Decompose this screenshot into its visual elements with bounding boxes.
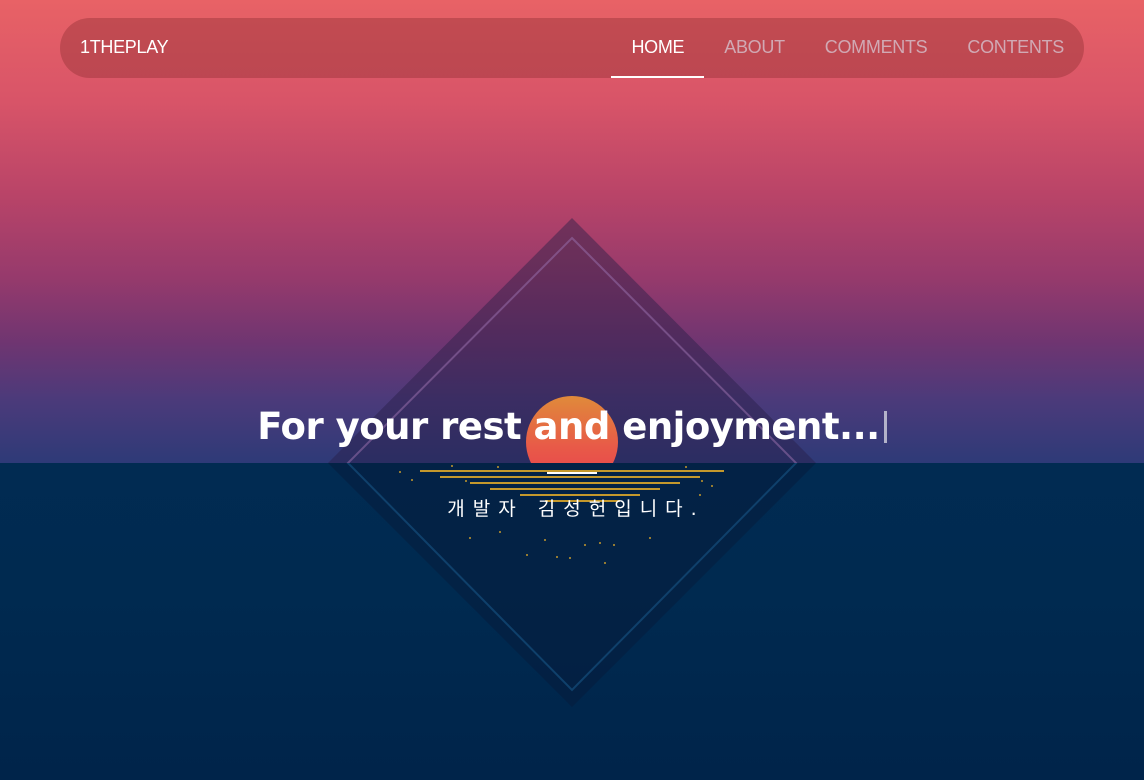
diamond-sunset-logo xyxy=(328,218,816,707)
navbar: 1THEPLAY HOME ABOUT COMMENTS CONTENTS xyxy=(60,18,1084,78)
nav-menu: HOME ABOUT COMMENTS CONTENTS xyxy=(611,18,1084,78)
nav-item-about[interactable]: ABOUT xyxy=(704,18,805,78)
hero-subtitle: 개발자 김성헌입니다. xyxy=(447,498,705,520)
nav-item-home[interactable]: HOME xyxy=(611,18,705,78)
typing-cursor xyxy=(883,411,887,443)
nav-item-comments[interactable]: COMMENTS xyxy=(805,18,948,78)
hero-divider xyxy=(547,472,597,474)
nav-item-contents[interactable]: CONTENTS xyxy=(947,18,1084,78)
hero-headline: For your rest and enjoyment... xyxy=(257,405,880,448)
landing-page: 1THEPLAY HOME ABOUT COMMENTS CONTENTS Fo… xyxy=(0,0,1144,780)
hero-headline-wrapper: For your rest and enjoyment... xyxy=(0,402,1144,452)
brand-logo[interactable]: 1THEPLAY xyxy=(80,18,169,78)
